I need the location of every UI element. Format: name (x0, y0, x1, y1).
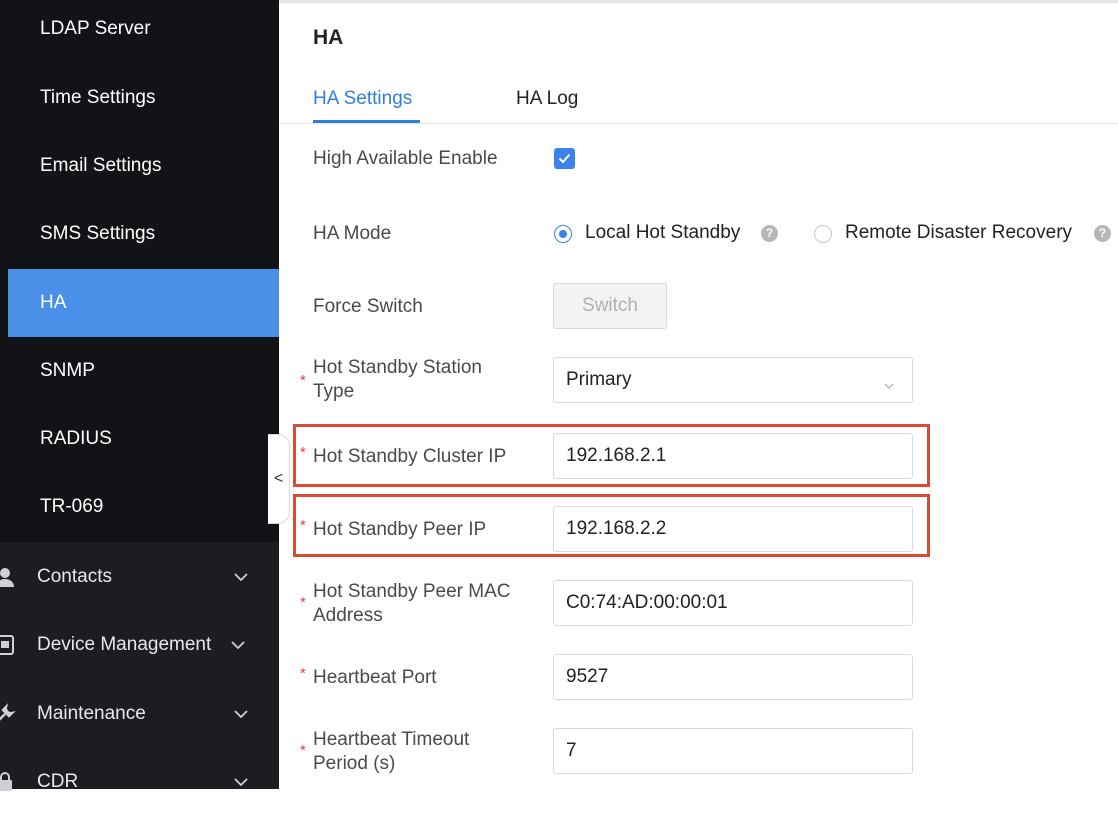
label-line: Period (s) (313, 753, 396, 774)
sidebar-item-label: Email Settings (40, 155, 162, 176)
required-marker: * (300, 742, 306, 759)
chevron-down-icon (233, 709, 249, 719)
chevron-down-icon (884, 374, 894, 396)
sidebar-group-label: CDR (37, 771, 79, 792)
heartbeat-timeout-label: Heartbeat Timeout Period (s) (313, 728, 469, 776)
lock-icon (0, 771, 16, 793)
sidebar-item-email-settings[interactable]: Email Settings (8, 132, 279, 200)
heartbeat-port-input[interactable]: 9527 (553, 654, 913, 700)
sidebar: LDAP Server Time Settings Email Settings… (0, 0, 279, 792)
sidebar-item-label: LDAP Server (40, 18, 151, 39)
heartbeat-timeout-input[interactable]: 7 (553, 728, 913, 774)
sidebar-group-label: Maintenance (37, 703, 146, 724)
sidebar-item-time-settings[interactable]: Time Settings (8, 64, 279, 132)
ha-enable-checkbox[interactable] (554, 148, 575, 169)
sidebar-group-maintenance[interactable]: Maintenance (0, 680, 279, 748)
sidebar-item-ha[interactable]: HA (8, 269, 279, 337)
peer-mac-label: Hot Standby Peer MAC Address (313, 580, 510, 628)
input-value: 7 (566, 740, 577, 761)
page-title: HA (313, 26, 344, 49)
switch-button[interactable]: Switch (553, 283, 667, 329)
cluster-ip-label: Hot Standby Cluster IP (313, 446, 507, 467)
sidebar-group-label: Contacts (37, 566, 112, 587)
label-line: Hot Standby Peer MAC (313, 581, 511, 602)
label-line: Heartbeat Timeout (313, 729, 470, 750)
help-icon[interactable]: ? (761, 225, 778, 242)
sidebar-group-label: Device Management (37, 634, 212, 655)
sidebar-item-label: HA (40, 292, 67, 313)
sidebar-collapse-button[interactable]: < (268, 434, 290, 524)
cluster-ip-input[interactable]: 192.168.2.1 (553, 433, 913, 479)
device-icon (0, 634, 16, 656)
sidebar-item-label: TR-069 (40, 496, 104, 517)
label-line: Address (313, 605, 383, 626)
sidebar-item-ldap-server[interactable]: LDAP Server (8, 0, 279, 63)
sidebar-item-label: SNMP (40, 360, 95, 381)
sidebar-item-label: SMS Settings (40, 223, 156, 244)
required-marker: * (300, 444, 306, 461)
ha-enable-label: High Available Enable (313, 148, 498, 169)
sidebar-group-contacts[interactable]: Contacts (0, 543, 279, 611)
tab-ha-log[interactable]: HA Log (516, 88, 578, 110)
remote-disaster-recovery-radio[interactable] (814, 225, 832, 243)
required-marker: * (300, 372, 306, 389)
local-hot-standby-radio[interactable] (554, 225, 572, 243)
chevron-down-icon (233, 777, 249, 787)
chevron-down-icon (230, 640, 246, 650)
peer-mac-input[interactable]: C0:74:AD:00:00:01 (553, 580, 913, 626)
peer-ip-label: Hot Standby Peer IP (313, 519, 487, 540)
heartbeat-port-label: Heartbeat Port (313, 667, 437, 688)
input-value: C0:74:AD:00:00:01 (566, 592, 728, 613)
label-line: Type (313, 381, 355, 402)
chevron-down-icon (233, 572, 249, 582)
help-icon[interactable]: ? (1094, 225, 1111, 242)
ha-mode-label: HA Mode (313, 223, 392, 244)
station-type-label: Hot Standby Station Type (313, 356, 482, 404)
checkmark-icon (558, 153, 571, 164)
input-value: 192.168.2.2 (566, 518, 667, 539)
sidebar-item-label: RADIUS (40, 428, 112, 449)
user-icon (0, 566, 16, 588)
sidebar-item-snmp[interactable]: SNMP (8, 337, 279, 405)
input-value: 9527 (566, 666, 609, 687)
chevron-left-icon: < (273, 470, 284, 487)
sidebar-group-cdr[interactable]: CDR (0, 748, 279, 816)
tabs-divider (279, 123, 1118, 124)
required-marker: * (300, 517, 306, 534)
local-hot-standby-label[interactable]: Local Hot Standby (585, 222, 740, 244)
sidebar-item-radius[interactable]: RADIUS (8, 405, 279, 473)
label-line: Hot Standby Station (313, 357, 482, 378)
peer-ip-input[interactable]: 192.168.2.2 (553, 506, 913, 552)
remote-disaster-recovery-label[interactable]: Remote Disaster Recovery (845, 222, 1072, 244)
system-settings-submenu: LDAP Server Time Settings Email Settings… (0, 0, 279, 542)
sidebar-item-label: Time Settings (40, 87, 156, 108)
input-value: 192.168.2.1 (566, 445, 667, 466)
header-divider (279, 0, 1118, 3)
required-marker: * (300, 665, 306, 682)
tab-ha-settings[interactable]: HA Settings (313, 88, 412, 110)
force-switch-label: Force Switch (313, 296, 423, 317)
select-value: Primary (566, 369, 632, 390)
station-type-select[interactable]: Primary (553, 357, 913, 403)
sidebar-item-sms-settings[interactable]: SMS Settings (8, 200, 279, 268)
sidebar-group-device-management[interactable]: Device Management (0, 611, 279, 679)
sidebar-item-tr-069[interactable]: TR-069 (8, 473, 279, 541)
required-marker: * (300, 594, 306, 611)
wrench-icon (0, 703, 16, 725)
